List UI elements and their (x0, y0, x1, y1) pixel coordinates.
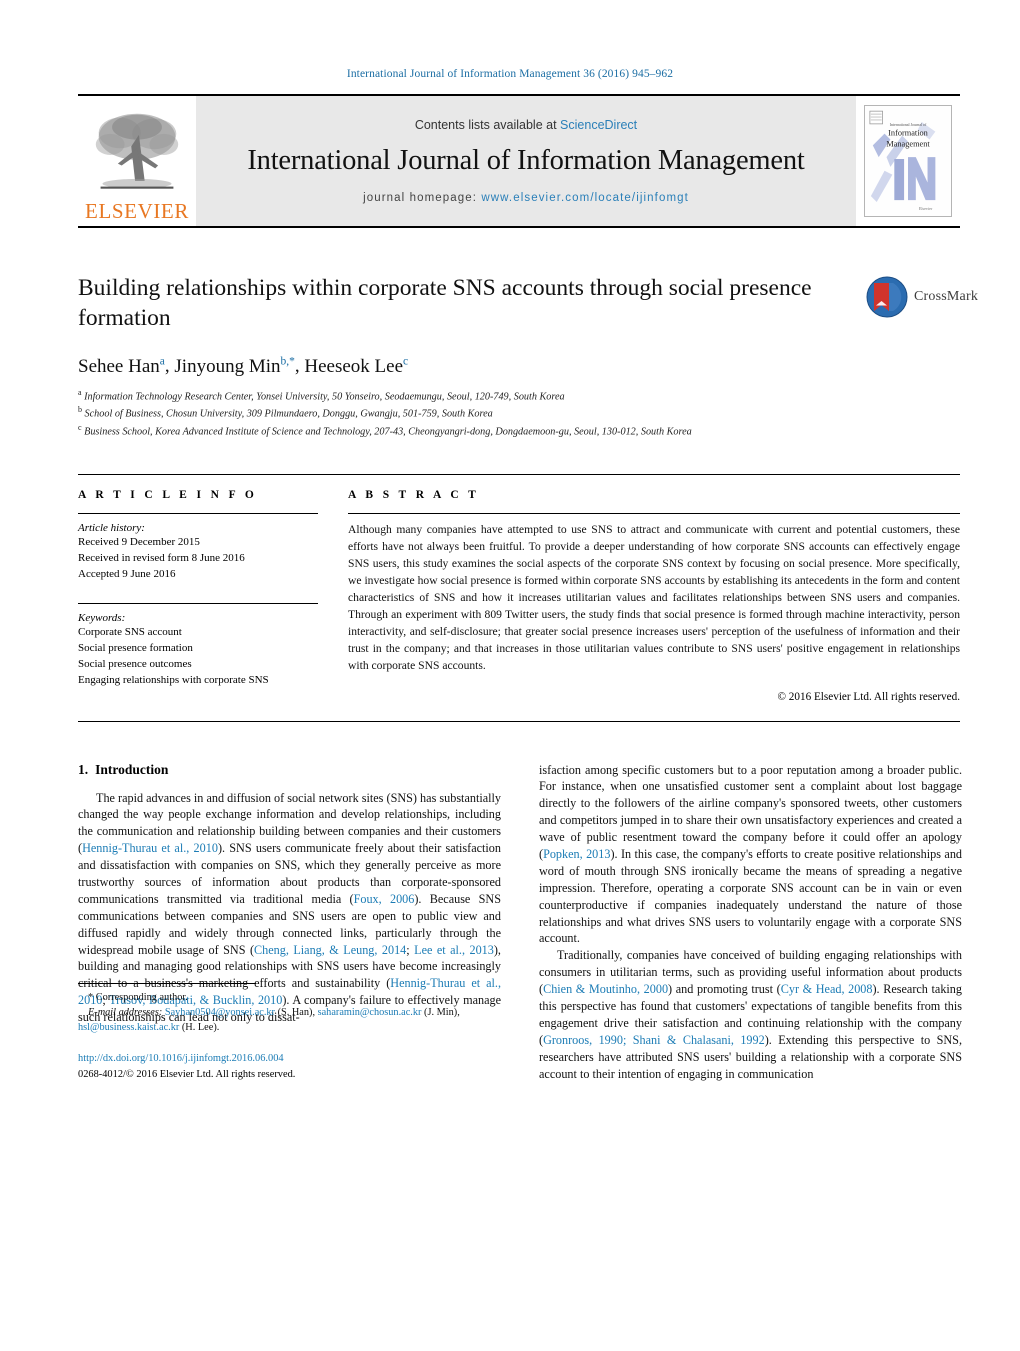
abstract-label: A B S T R A C T (348, 489, 480, 502)
author-3-affil-marker: c (403, 355, 409, 368)
keyword-item: Engaging relationships with corporate SN… (78, 673, 269, 686)
footnote-divider (78, 983, 256, 985)
sciencedirect-link[interactable]: ScienceDirect (560, 118, 637, 132)
keyword-item: Social presence outcomes (78, 657, 192, 670)
crossmark-badge[interactable]: CrossMark (866, 272, 978, 322)
author-2: Jinyoung Minb,* (174, 355, 295, 377)
abstract-text: Although many companies have attempted t… (348, 523, 960, 672)
journal-cover-thumbnail: International Journal of Information Man… (856, 96, 960, 226)
crossmark-icon (866, 276, 908, 318)
citation-link[interactable]: Cheng, Liang, & Leung, 2014 (254, 943, 406, 957)
keyword-item: Social presence formation (78, 641, 193, 654)
elsevier-logo: ELSEVIER (78, 96, 196, 226)
info-abstract-section: A R T I C L E I N F O Article history: R… (78, 474, 961, 703)
running-head: International Journal of Information Man… (346, 68, 674, 80)
intro-paragraph-right-2: Traditionally, companies have conceived … (539, 948, 962, 1081)
divider (348, 513, 960, 515)
author-3: Heeseok Leec (304, 355, 409, 377)
title-block: Building relationships within corporate … (78, 272, 978, 333)
email-label: E-mail addresses: (88, 1007, 163, 1018)
svg-text:International Journal of: International Journal of (890, 123, 927, 127)
email-owner-han: (S. Han), (277, 1007, 316, 1018)
contents-prefix: Contents lists available at (414, 118, 557, 132)
citation-link[interactable]: Hennig-Thurau et al., 2010 (82, 841, 218, 855)
left-column: 1. Introduction The rapid advances in and… (78, 762, 501, 1083)
body-columns: 1. Introduction The rapid advances in and… (78, 762, 962, 1083)
svg-text:Information: Information (888, 129, 928, 138)
doi-block: http://dx.doi.org/10.1016/j.ijinfomgt.20… (78, 1051, 501, 1082)
issn-copyright-line: 0268-4012/© 2016 Elsevier Ltd. All right… (78, 1068, 296, 1080)
email-addresses-line: E-mail addresses: Sayhan0504@yonsei.ac.k… (78, 1006, 501, 1035)
author-1-affil-marker: a (159, 355, 165, 368)
citation-link[interactable]: Popken, 2013 (543, 847, 610, 861)
affiliation-list: a Information Technology Research Center… (78, 387, 960, 441)
affiliation-c: c Business School, Korea Advanced Instit… (78, 423, 692, 438)
email-link-min[interactable]: saharamin@chosun.ac.kr (318, 1007, 422, 1018)
footnote-text: * Corresponding author. E-mail addresses… (78, 991, 501, 1035)
cover-artwork-icon: International Journal of Information Man… (865, 106, 951, 216)
svg-text:Elsevier: Elsevier (919, 206, 933, 211)
history-item: Received in revised form 8 June 2016 (78, 552, 245, 565)
elsevier-tree-icon (95, 113, 179, 189)
journal-article-page: International Journal of Information Man… (0, 0, 1020, 1351)
email-link-lee[interactable]: hsl@business.kaist.ac.kr (78, 1022, 179, 1033)
keywords-block: Keywords: Corporate SNS account Social p… (78, 603, 318, 689)
abstract-copyright: © 2016 Elsevier Ltd. All rights reserved… (777, 690, 961, 703)
svg-text:Management: Management (886, 139, 930, 148)
journal-masthead: ELSEVIER Contents lists available at Sci… (78, 94, 960, 228)
email-owner-lee: (H. Lee). (181, 1021, 220, 1033)
journal-title: International Journal of Information Man… (247, 145, 805, 176)
article-info-column: A R T I C L E I N F O Article history: R… (78, 475, 318, 702)
citation-link[interactable]: Cyr & Head, 2008 (781, 982, 873, 996)
email-owner-min: (J. Min), (424, 1007, 460, 1018)
intro-paragraph-right-1: isfaction among specific customers but t… (539, 762, 963, 946)
section-divider (78, 720, 960, 722)
affiliation-a: a Information Technology Research Center… (78, 387, 565, 402)
corresponding-author-note: * Corresponding author. (88, 992, 188, 1004)
journal-homepage-line: journal homepage: www.elsevier.com/locat… (363, 192, 689, 204)
section-number: 1. (78, 761, 89, 777)
divider (78, 603, 318, 605)
homepage-url-link[interactable]: www.elsevier.com/locate/ijinfomgt (481, 192, 689, 204)
crossmark-label: CrossMark (914, 289, 979, 304)
section-heading-introduction: 1. Introduction (78, 762, 501, 778)
citation-link[interactable]: Chien & Moutinho, 2000 (543, 982, 668, 996)
cover-image: International Journal of Information Man… (864, 105, 952, 217)
footnote-block: * Corresponding author. E-mail addresses… (78, 983, 501, 1082)
elsevier-wordmark: ELSEVIER (85, 199, 189, 223)
citation-link[interactable]: Foux, 2006 (354, 892, 415, 906)
contents-available-line: Contents lists available at ScienceDirec… (415, 118, 637, 132)
author-list: Sehee Hana, Jinyoung Minb,*, Heeseok Lee… (78, 355, 409, 377)
keyword-item: Corporate SNS account (78, 626, 182, 639)
affiliation-b: b School of Business, Chosun University,… (78, 405, 493, 420)
history-item: Accepted 9 June 2016 (78, 568, 176, 581)
keywords-heading: Keywords: (78, 612, 126, 625)
author-2-affil-marker: b,* (280, 355, 295, 368)
email-link-han[interactable]: Sayhan0504@yonsei.ac.kr (165, 1007, 275, 1018)
doi-link[interactable]: http://dx.doi.org/10.1016/j.ijinfomgt.20… (78, 1053, 284, 1064)
citation-link[interactable]: Gronroos, 1990; Shani & Chalasani, 1992 (543, 1033, 765, 1047)
homepage-prefix: journal homepage: (363, 192, 478, 204)
masthead-center: Contents lists available at ScienceDirec… (196, 96, 856, 226)
article-history-heading: Article history: (78, 522, 145, 535)
history-item: Received 9 December 2015 (78, 536, 200, 549)
right-column: isfaction among specific customers but t… (539, 762, 962, 1083)
article-info-label: A R T I C L E I N F O (78, 489, 258, 502)
page-title: Building relationships within corporate … (78, 275, 812, 331)
abstract-column: A B S T R A C T Although many companies … (348, 475, 961, 703)
citation-link[interactable]: Lee et al., 2013 (414, 943, 494, 957)
section-label: Introduction (95, 761, 169, 777)
divider (78, 513, 318, 515)
author-1: Sehee Hana (78, 355, 165, 377)
